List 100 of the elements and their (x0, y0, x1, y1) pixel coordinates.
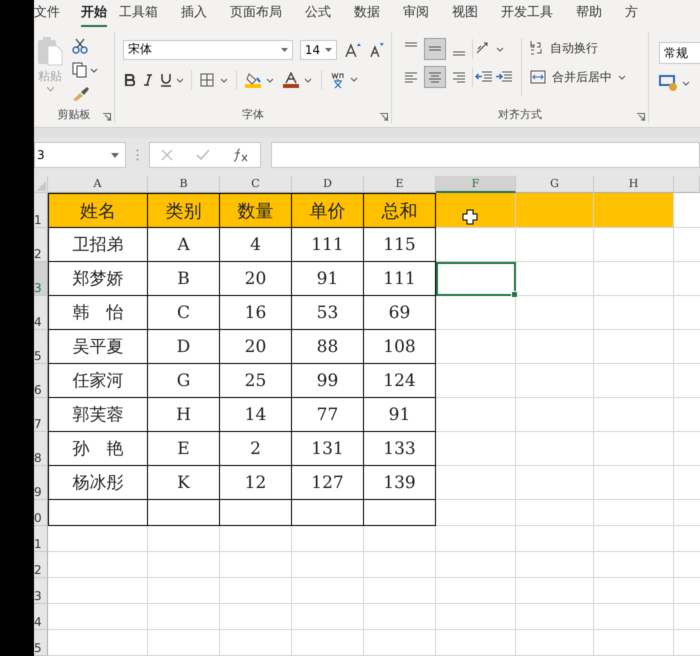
row-header[interactable]: 8 (34, 432, 48, 466)
ribbon-tab[interactable]: 方 (625, 0, 649, 27)
row-header[interactable]: 5 (34, 330, 48, 364)
font-color-icon[interactable] (283, 72, 313, 88)
row-header[interactable]: 7 (34, 398, 48, 432)
table-cell: 133 (364, 432, 436, 466)
horizontal-align-button[interactable] (424, 66, 446, 88)
dialog-launcher-icon[interactable] (380, 113, 388, 122)
table-cell (148, 552, 220, 578)
table-cell (220, 630, 292, 656)
column-header[interactable]: F (436, 176, 516, 193)
table-cell: 108 (364, 330, 436, 364)
column-header[interactable]: A (48, 176, 148, 193)
vertical-align-button[interactable] (424, 38, 446, 60)
caret-icon[interactable] (111, 152, 119, 158)
ribbon-tab[interactable]: 页面布局 (230, 0, 293, 27)
table-cell: G (148, 364, 220, 398)
table-cell: E (148, 432, 220, 466)
ribbon-tab[interactable]: 开始 (81, 0, 107, 27)
merge-center-button[interactable]: 合并后居中 (530, 68, 626, 86)
row-header[interactable]: 9 (34, 466, 48, 500)
drag-handle-icon[interactable] (136, 149, 139, 162)
column-header[interactable]: E (364, 176, 436, 193)
currency-format-icon[interactable] (659, 74, 691, 92)
ribbon-tab[interactable]: 工具箱 (119, 0, 169, 27)
table-cell: 4 (220, 228, 292, 262)
table-cell (364, 604, 436, 630)
column-header[interactable]: H (594, 176, 674, 193)
table-cell: 124 (364, 364, 436, 398)
ribbon-tab[interactable]: 插入 (181, 0, 218, 27)
ribbon-tab[interactable]: 开发工具 (501, 0, 564, 27)
shrink-font-icon[interactable] (369, 42, 385, 58)
ribbon-tab[interactable]: 审阅 (403, 0, 440, 27)
caret-icon[interactable] (280, 48, 288, 52)
table-cell: 类别 (148, 193, 220, 228)
table-cell (292, 578, 364, 604)
row-header[interactable]: 6 (34, 364, 48, 398)
borders-icon[interactable] (200, 72, 228, 87)
selected-cell[interactable] (436, 262, 516, 296)
align-lines-icon (428, 70, 442, 84)
decrease-indent-icon[interactable] (475, 70, 493, 84)
row-header[interactable]: 1 (34, 526, 48, 552)
table-cell: 139 (364, 466, 436, 500)
dialog-launcher-icon[interactable] (103, 113, 111, 122)
row-header[interactable]: 3 (34, 262, 48, 296)
row-header[interactable]: 2 (34, 552, 48, 578)
wrap-text-button[interactable]: 自动换行 (530, 40, 626, 57)
table-cell: 99 (292, 364, 364, 398)
caret-icon[interactable] (618, 74, 626, 80)
italic-icon[interactable] (143, 74, 153, 86)
table-cell: 总和 (364, 193, 436, 228)
row-header[interactable]: 4 (34, 604, 48, 630)
bold-icon[interactable] (125, 74, 135, 86)
column-header[interactable]: D (292, 176, 364, 193)
table-cell: B (148, 262, 220, 296)
ribbon-tab[interactable]: 公式 (305, 0, 342, 27)
checkmark-icon[interactable] (196, 149, 210, 162)
column-header[interactable]: B (148, 176, 220, 193)
phonetic-guide-icon[interactable] (330, 70, 358, 89)
table-cell: 115 (364, 228, 436, 262)
insert-function-icon[interactable] (232, 148, 249, 162)
row-header[interactable]: 3 (34, 578, 48, 604)
grow-font-icon[interactable] (344, 42, 362, 58)
font-name-field[interactable]: 宋体 (123, 40, 293, 60)
ribbon-tab[interactable]: 视图 (452, 0, 489, 27)
fill-color-icon[interactable] (245, 72, 275, 88)
table-cell (148, 500, 220, 526)
row-header[interactable]: 0 (34, 500, 48, 526)
table-cell: 吴平夏 (48, 330, 148, 364)
underline-icon[interactable] (161, 72, 183, 87)
row-header[interactable]: 2 (34, 228, 48, 262)
table-cell: 91 (292, 262, 364, 296)
align-lines-icon (452, 70, 466, 84)
table-cell (148, 630, 220, 656)
row-header[interactable]: 4 (34, 296, 48, 330)
table-cell (292, 604, 364, 630)
copy-icon[interactable] (72, 62, 98, 78)
group-label: 对齐方式 (498, 106, 542, 122)
table-cell: 16 (220, 296, 292, 330)
table-cell: 111 (292, 228, 364, 262)
font-size-field[interactable]: 14 (300, 40, 338, 60)
table-cell (148, 604, 220, 630)
row-header[interactable]: 1 (34, 193, 48, 228)
number-format-field[interactable]: 常规 (659, 42, 700, 64)
caret-icon[interactable] (325, 48, 332, 52)
column-header[interactable]: G (516, 176, 594, 193)
dialog-launcher-icon[interactable] (637, 113, 645, 122)
table-cell (292, 500, 364, 526)
row-header[interactable]: 5 (34, 630, 48, 656)
formula-input-field[interactable] (271, 142, 700, 168)
ribbon-tab[interactable]: 帮助 (576, 0, 613, 27)
ribbon-tab[interactable]: 文件 (34, 0, 71, 27)
name-box[interactable]: 3 (34, 142, 126, 168)
column-header[interactable]: C (220, 176, 292, 193)
increase-indent-icon[interactable] (495, 70, 513, 84)
fill-handle[interactable] (511, 291, 518, 298)
table-cell: 2 (220, 432, 292, 466)
scissors-icon[interactable] (72, 38, 88, 54)
ribbon-tab[interactable]: 数据 (354, 0, 391, 27)
paintbrush-icon[interactable] (72, 86, 90, 102)
